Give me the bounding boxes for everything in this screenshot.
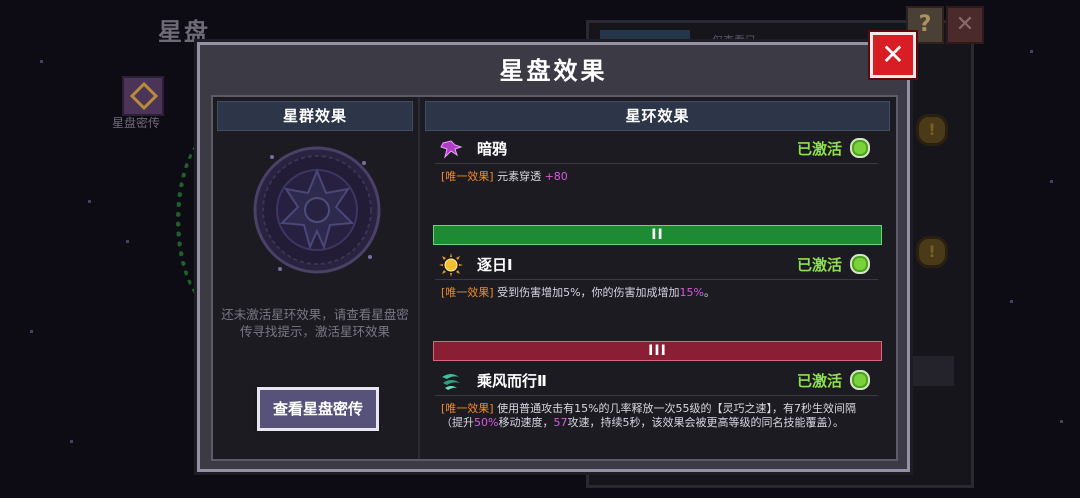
effect-item: 暗鸦 已激活 [唯一效果] 元素穿透 +80 xyxy=(435,133,878,184)
wind-icon xyxy=(442,374,460,390)
effect-description: [唯一效果] 受到伤害增加5%，你的伤害加成增加15%。 xyxy=(441,286,715,299)
sun-icon xyxy=(439,253,463,277)
effect-name: 逐日Ⅰ xyxy=(477,256,513,274)
effect-name: 乘风而行Ⅱ xyxy=(477,372,547,390)
effect-description: [唯一效果] 使用普通攻击有15%的几率释放一次55级的【灵巧之速】，有7秒生效… xyxy=(441,402,857,429)
view-astrolabe-secret-button[interactable]: 查看星盘密传 xyxy=(257,387,379,431)
effect-name: 暗鸦 xyxy=(477,140,508,158)
effect-status: 已激活 xyxy=(796,140,842,158)
background-close-icon[interactable]: ✕ xyxy=(946,6,984,44)
astrolabe-secret-label: 星盘密传 xyxy=(112,116,161,130)
active-indicator-icon xyxy=(850,138,870,158)
raven-icon xyxy=(440,140,463,159)
close-icon[interactable]: ✕ xyxy=(870,32,916,78)
astrolabe-secret-icon[interactable] xyxy=(122,76,164,116)
active-indicator-icon xyxy=(850,254,870,274)
effect-status: 已激活 xyxy=(796,256,842,274)
effect-item: 乘风而行Ⅱ 已激活 [唯一效果] 使用普通攻击有15%的几率释放一次55级的【灵… xyxy=(435,365,878,430)
effect-description: [唯一效果] 元素穿透 +80 xyxy=(441,170,568,183)
constellation-header: 星群效果 xyxy=(217,101,413,131)
column-divider xyxy=(418,97,420,459)
star-ring-header: 星环效果 xyxy=(425,101,890,131)
dialog-title: 星盘效果 xyxy=(499,57,608,85)
constellation-panel: 星群效果 还未激活星环效果，请查看星盘密传寻找提示，激活星环效果 查看星盘密传 xyxy=(217,101,413,453)
alert-icon: ! xyxy=(916,114,948,146)
dialog-body: 星群效果 还未激活星环效果，请查看星盘密传寻找提示，激活星环效果 查看星盘密传 xyxy=(211,95,898,461)
alert-icon: ! xyxy=(916,236,948,268)
star-ring-panel: 星环效果 暗鸦 已激活 [唯一效果] 元素穿透 +80 II 逐日Ⅰ 已激活 [… xyxy=(425,101,890,453)
effect-status: 已激活 xyxy=(796,372,842,390)
astrolabe-effect-dialog: 星盘效果 星群效果 还未激活星环效果，请查看星盘密传寻找提示，激活星环效果 查看 xyxy=(197,42,910,472)
astrolabe-disk-icon xyxy=(252,145,382,275)
tier-divider-2: II xyxy=(433,225,882,245)
effect-item: 逐日Ⅰ 已激活 [唯一效果] 受到伤害增加5%，你的伤害加成增加15%。 xyxy=(435,249,878,300)
tier-divider-3: III xyxy=(433,341,882,361)
active-indicator-icon xyxy=(850,370,870,390)
inactive-hint-text: 还未激活星环效果，请查看星盘密传寻找提示，激活星环效果 xyxy=(221,307,409,339)
